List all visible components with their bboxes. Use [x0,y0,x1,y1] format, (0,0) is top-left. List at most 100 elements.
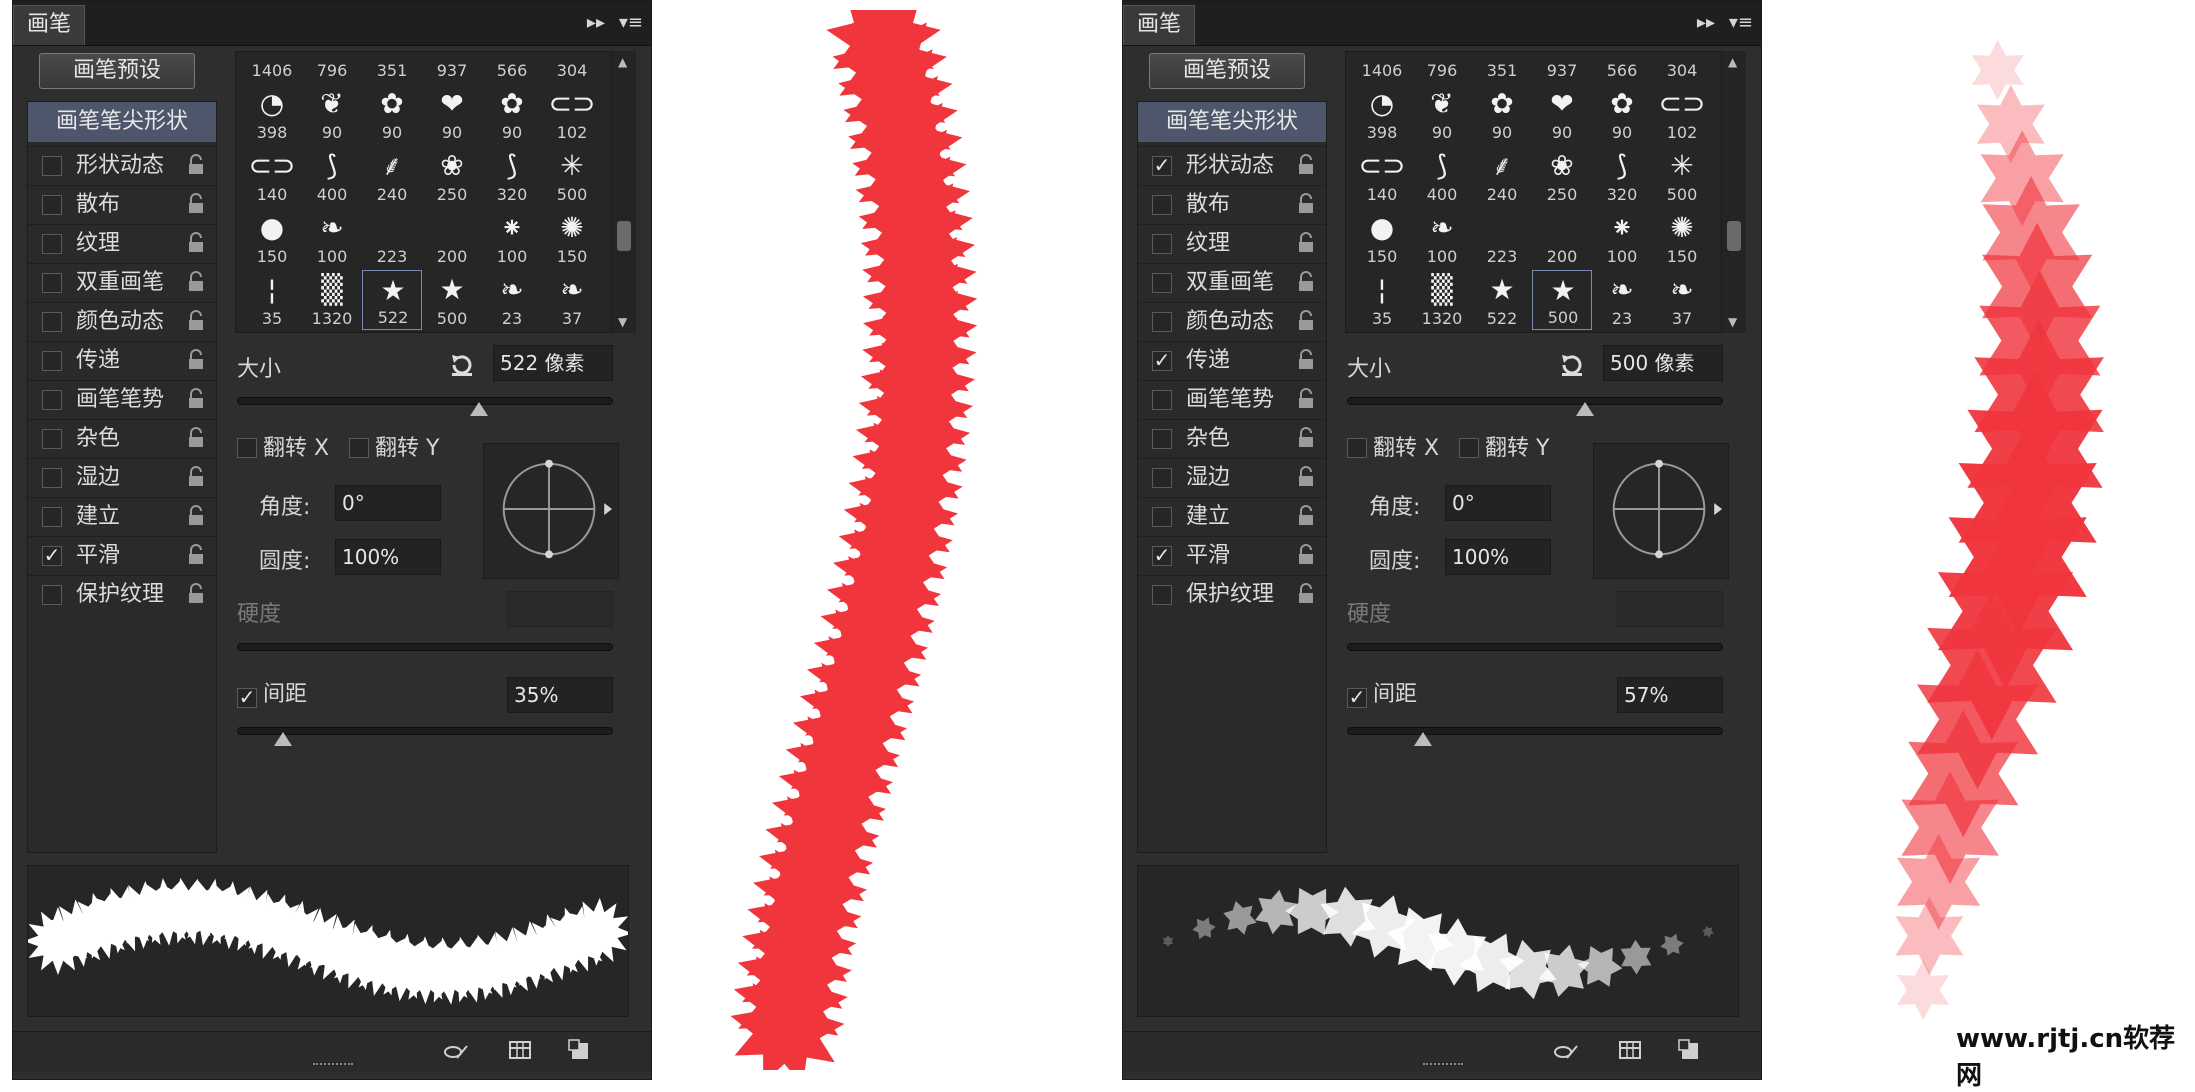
brush-tip-cell[interactable]: ❀ 250 [1532,146,1592,206]
panel-menu-icon[interactable]: ▾≡ [1729,9,1753,37]
spacing-slider-knob[interactable] [274,732,293,746]
brush-tip-cell[interactable]: ❀ 250 [422,146,482,206]
option-6[interactable]: 传递 [28,341,216,380]
brush-tip-cell[interactable]: ❦ 90 [1412,84,1472,144]
brush-tip-cell[interactable]: ✿ 90 [1592,84,1652,144]
lock-icon[interactable] [1296,193,1316,215]
option-7[interactable]: 画笔笔势 [28,380,216,419]
option-8[interactable]: 杂色 [1138,419,1326,458]
scroll-up-icon[interactable]: ▲ [618,55,627,69]
lock-icon[interactable] [1296,271,1316,293]
lock-icon[interactable] [1296,466,1316,488]
option-9[interactable]: 湿边 [1138,458,1326,497]
brush-tip-cell[interactable]: ✿ 90 [362,84,422,144]
spacing-slider[interactable] [237,727,613,746]
spacing-checkbox[interactable]: ✓ [237,687,257,708]
tab-brush[interactable]: 画笔 [1123,5,1195,45]
option-1[interactable]: ✓ 形状动态 [1138,146,1326,185]
reset-size-icon[interactable] [1558,351,1586,379]
flip-y-toggle[interactable]: 翻转 Y [349,435,439,463]
brush-tip-cell[interactable]: ✺ 150 [542,208,602,268]
option-checkbox[interactable] [1152,468,1172,488]
brush-grid-icon[interactable] [1617,1038,1643,1064]
option-checkbox[interactable] [42,468,62,488]
scroll-up-icon[interactable]: ▲ [1728,55,1737,69]
option-5[interactable]: 颜色动态 [1138,302,1326,341]
brush-tip-cell[interactable]: ★ 522 [1472,270,1532,330]
lock-icon[interactable] [1296,310,1316,332]
lock-icon[interactable] [186,271,206,293]
scroll-thumb[interactable] [1727,221,1741,251]
option-checkbox[interactable] [42,429,62,449]
panel-menu-icon[interactable]: ▾≡ [619,9,643,37]
flip-x-checkbox[interactable] [237,438,257,458]
flip-x-toggle[interactable]: 翻转 X [237,435,329,463]
angle-roundness-dial[interactable] [1593,443,1729,579]
scroll-down-icon[interactable]: ▼ [1728,315,1737,329]
brush-tip-cell[interactable]: ● 150 [242,208,302,268]
option-checkbox[interactable] [1152,429,1172,449]
lock-icon[interactable] [186,154,206,176]
brush-tip-cell[interactable]: ⁂937 [1532,52,1592,82]
option-checkbox[interactable]: ✓ [1152,155,1172,176]
tab-brush[interactable]: 画笔 [13,5,85,45]
lock-icon[interactable] [186,427,206,449]
brush-tip-cell[interactable]: ✳ 500 [542,146,602,206]
brush-presets-button[interactable]: 画笔预设 [39,53,195,89]
flip-y-toggle[interactable]: 翻转 Y [1459,435,1549,463]
angle-input[interactable]: 0° [335,485,441,521]
brush-tip-shape-item[interactable]: 画笔笔尖形状 [1138,102,1326,142]
brush-tip-cell[interactable]: ▒ 1320 [302,270,362,330]
brush-tip-cell[interactable]: 200 [1532,208,1592,268]
brush-tip-cell[interactable]: ❧ 37 [1652,270,1712,330]
brush-tip-cell[interactable]: ❧ 37 [542,270,602,330]
brush-tip-cell[interactable]: ⸙ 240 [1472,146,1532,206]
brush-tip-cell[interactable]: ⁕ 100 [1592,208,1652,268]
brush-tip-cell[interactable]: ⁂351 [362,52,422,82]
brush-tip-cell[interactable]: ⁕ 100 [482,208,542,268]
size-slider[interactable] [237,397,613,416]
brush-tip-cell[interactable]: ❧ 23 [1592,270,1652,330]
option-checkbox[interactable] [42,507,62,527]
brush-tip-cell[interactable]: ❧ 100 [302,208,362,268]
brush-tip-cell[interactable]: ★ 500 [422,270,482,330]
lock-icon[interactable] [186,583,206,605]
brush-tip-cell[interactable]: ❧ 23 [482,270,542,330]
size-slider-knob[interactable] [469,402,488,416]
option-9[interactable]: 湿边 [28,458,216,497]
lock-icon[interactable] [186,505,206,527]
option-checkbox[interactable] [1152,195,1172,215]
option-checkbox[interactable] [1152,390,1172,410]
brush-presets-button[interactable]: 画笔预设 [1149,53,1305,89]
brush-tip-cell[interactable]: ★ 522 [362,270,422,330]
brush-grid-icon[interactable] [507,1038,533,1064]
brush-tip-cell[interactable]: ⟆ 320 [1592,146,1652,206]
lock-icon[interactable] [186,349,206,371]
spacing-checkbox[interactable]: ✓ [1347,687,1367,708]
spacing-toggle[interactable]: ✓ 间距 [1347,681,1417,709]
toggle-brush-preview-icon[interactable] [443,1038,469,1064]
option-checkbox[interactable] [42,390,62,410]
flip-y-checkbox[interactable] [349,438,369,458]
brush-tip-cell[interactable]: ⟆ 400 [302,146,362,206]
new-brush-icon[interactable] [1677,1038,1703,1064]
brush-tip-cell[interactable]: ¦ 35 [242,270,302,330]
brush-tip-cell[interactable]: ◔ 398 [242,84,302,144]
resize-grip[interactable] [313,1063,353,1071]
collapse-icon[interactable]: ▸▸ [1697,9,1715,37]
brush-tip-cell[interactable]: ✳ 500 [1652,146,1712,206]
lock-icon[interactable] [1296,232,1316,254]
lock-icon[interactable] [1296,583,1316,605]
brush-tip-cell[interactable]: ★ 500 [1532,270,1592,330]
option-checkbox[interactable] [1152,273,1172,293]
brush-tip-shape-item[interactable]: 画笔笔尖形状 [28,102,216,142]
option-checkbox[interactable] [1152,585,1172,605]
scroll-thumb[interactable] [617,221,631,251]
option-7[interactable]: 画笔笔势 [1138,380,1326,419]
brush-tip-cell[interactable]: ❦ 90 [302,84,362,144]
brush-tip-cell[interactable]: ❤ 90 [1532,84,1592,144]
option-checkbox[interactable] [1152,234,1172,254]
lock-icon[interactable] [1296,505,1316,527]
scroll-down-icon[interactable]: ▼ [618,315,627,329]
size-input[interactable]: 500 像素 [1603,345,1723,381]
